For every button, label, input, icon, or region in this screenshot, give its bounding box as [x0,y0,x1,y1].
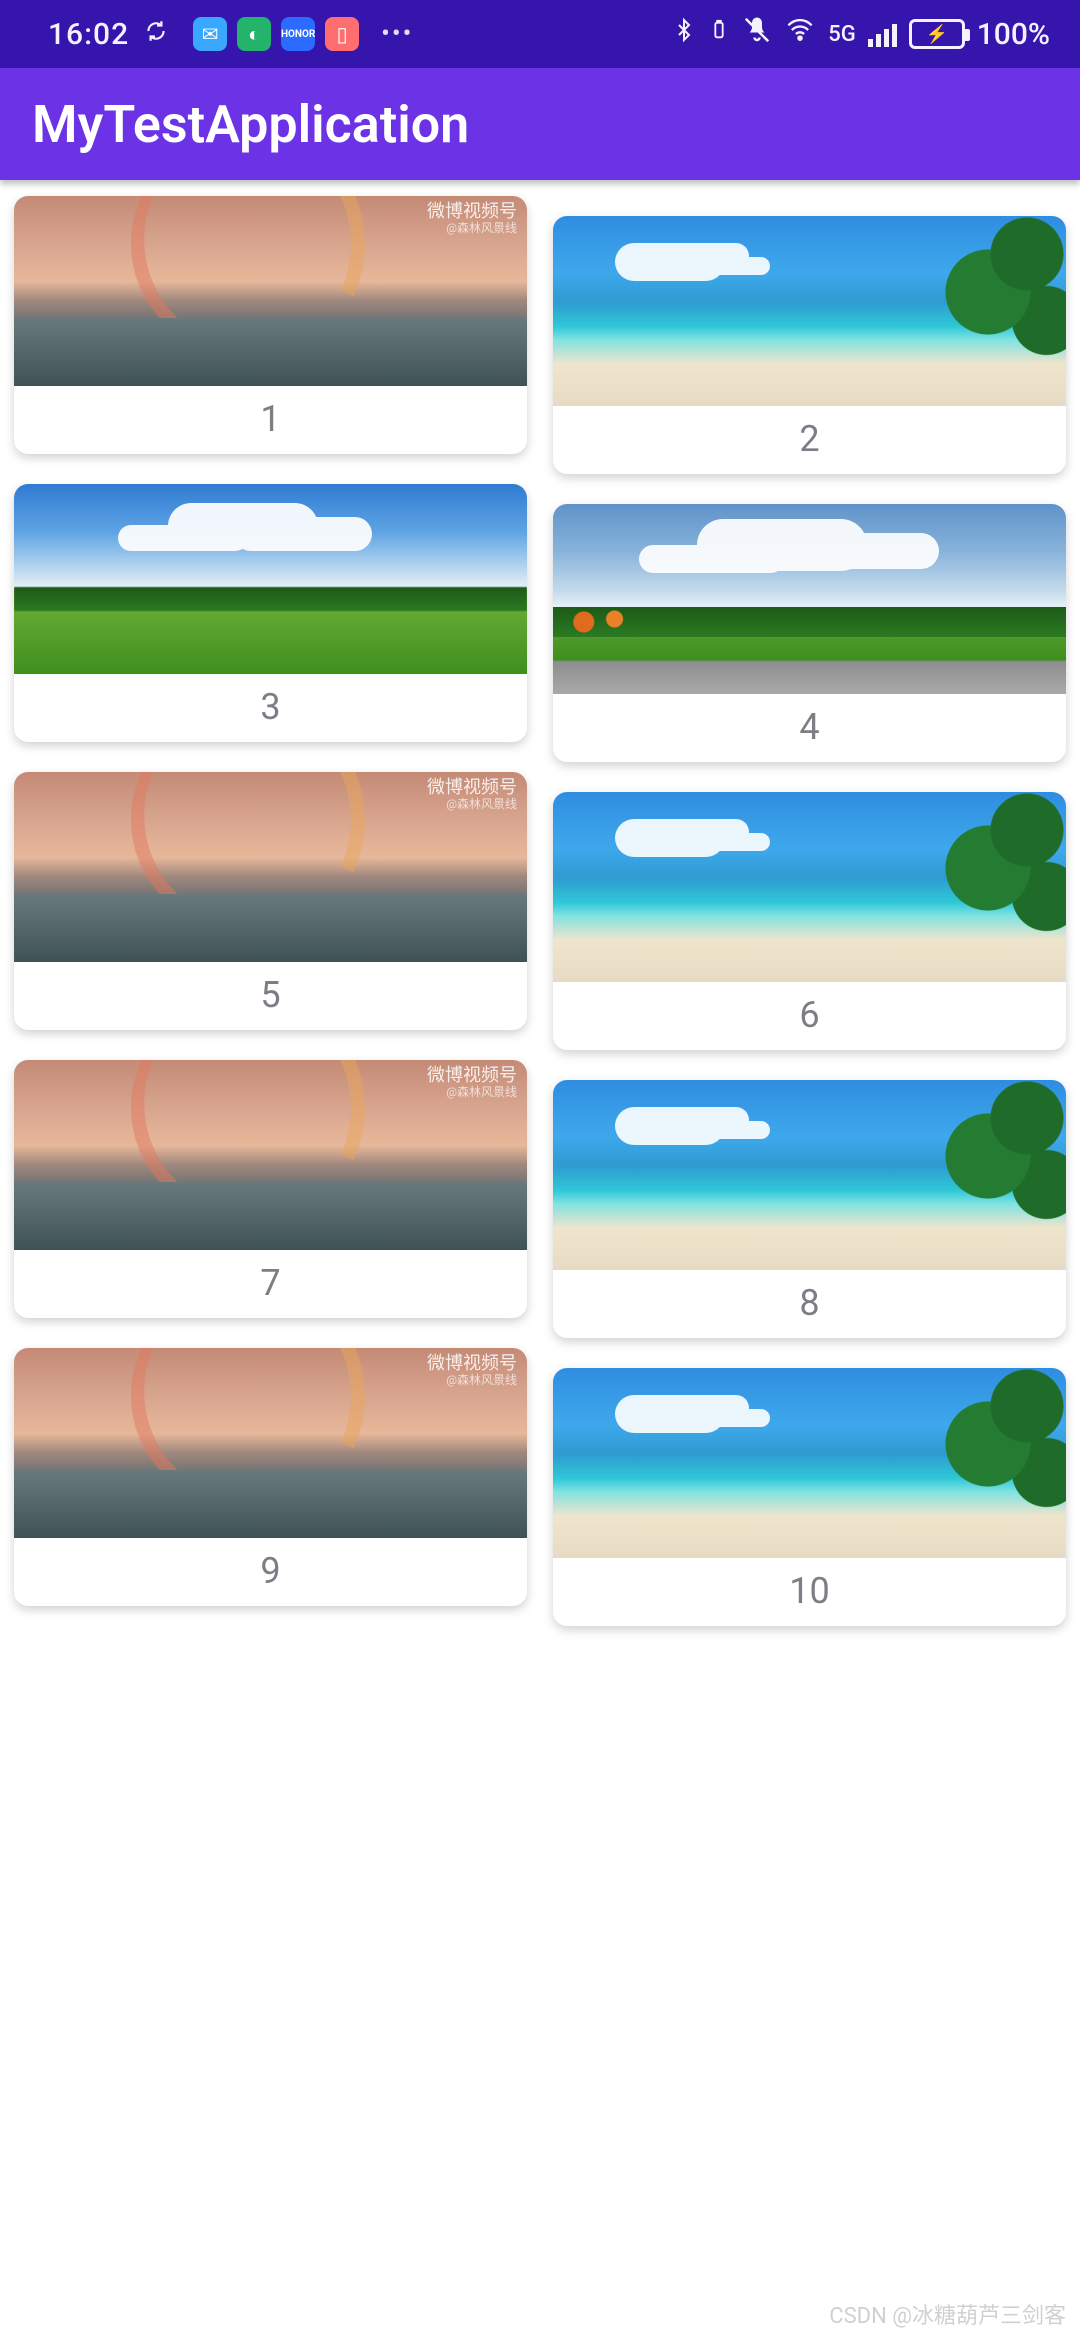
image-watermark: 微博视频号@森林风景线 [427,778,517,811]
card-image: 微博视频号@森林风景线 [14,1060,527,1250]
image-watermark-sub: @森林风景线 [427,1086,517,1099]
honor-icon: HONOR [281,17,315,51]
network-label: 5G [828,22,856,47]
image-watermark: 微博视频号@森林风景线 [427,202,517,235]
card-image: 微博视频号@森林风景线 [14,1348,527,1538]
card-label: 2 [553,406,1066,474]
image-watermark-sub: @森林风景线 [427,222,517,235]
mute-icon [742,15,772,53]
card-label: 5 [14,962,527,1030]
grid-card[interactable]: 微博视频号@森林风景线 1 [14,196,527,454]
card-image: 微博视频号@森林风景线 [14,196,527,386]
app-title: MyTestApplication [32,94,469,155]
status-app-chips: ✉ ◐ HONOR ▯ [193,17,359,51]
grid-card[interactable]: 微博视频号@森林风景线 7 [14,1060,527,1318]
image-watermark: 微博视频号@森林风景线 [427,1354,517,1387]
grid-card[interactable]: 10 [553,1368,1066,1626]
book-icon: ▯ [325,17,359,51]
more-apps-icon: ••• [381,19,413,49]
card-label: 3 [14,674,527,742]
loop-icon [143,17,169,52]
app-bar: MyTestApplication [0,68,1080,180]
card-label: 4 [553,694,1066,762]
status-right: 5G ⚡ 100% [672,15,1050,53]
status-bar: 16:02 ✉ ◐ HONOR ▯ ••• 5G ⚡ 100% [0,0,1080,68]
image-watermark-sub: @森林风景线 [427,798,517,811]
bluetooth-icon [672,16,696,52]
battery-icon: ⚡ [909,19,965,49]
content-area[interactable]: 微博视频号@森林风景线13微博视频号@森林风景线5微博视频号@森林风景线7微博视… [0,180,1080,2340]
image-watermark: 微博视频号@森林风景线 [427,1066,517,1099]
card-label: 1 [14,386,527,454]
signal-icon [868,21,897,47]
wifi-icon [784,16,816,52]
card-label: 10 [553,1558,1066,1626]
grid-column-right: 2 4 6 8 10 [553,196,1066,1626]
card-image [553,504,1066,694]
grid-card[interactable]: 微博视频号@森林风景线 9 [14,1348,527,1606]
card-image [553,1368,1066,1558]
battery-small-icon [708,16,730,52]
card-image [553,1080,1066,1270]
card-label: 6 [553,982,1066,1050]
card-image [553,216,1066,406]
card-label: 8 [553,1270,1066,1338]
status-left: 16:02 ✉ ◐ HONOR ▯ ••• [48,17,413,52]
messenger-icon: ✉ [193,17,227,51]
card-image: 微博视频号@森林风景线 [14,772,527,962]
grid-card[interactable]: 3 [14,484,527,742]
card-image [14,484,527,674]
grid-card[interactable]: 8 [553,1080,1066,1338]
card-image [553,792,1066,982]
chat-icon: ◐ [237,17,271,51]
grid-card[interactable]: 2 [553,216,1066,474]
card-label: 7 [14,1250,527,1318]
status-clock: 16:02 [48,17,129,52]
grid-card[interactable]: 6 [553,792,1066,1050]
grid-card[interactable]: 4 [553,504,1066,762]
battery-percent: 100% [977,17,1050,52]
image-watermark-sub: @森林风景线 [427,1374,517,1387]
grid-column-left: 微博视频号@森林风景线13微博视频号@森林风景线5微博视频号@森林风景线7微博视… [14,196,527,1626]
grid-card[interactable]: 微博视频号@森林风景线 5 [14,772,527,1030]
card-label: 9 [14,1538,527,1606]
